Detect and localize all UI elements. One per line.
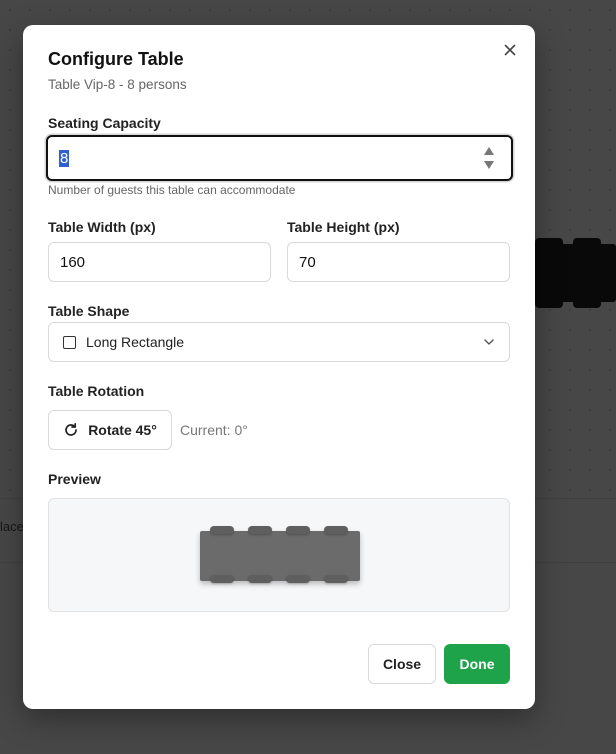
preview-chair — [286, 575, 310, 583]
chevron-down-icon — [484, 339, 494, 345]
table-width-value: 160 — [60, 253, 86, 271]
table-height-value: 70 — [299, 253, 316, 271]
table-width-input[interactable]: 160 — [48, 242, 271, 282]
preview-table — [200, 531, 360, 581]
table-preview — [48, 498, 510, 612]
seating-capacity-helper: Number of guests this table can accommod… — [48, 183, 296, 197]
table-shape-value: Long Rectangle — [86, 334, 185, 350]
seating-capacity-input[interactable]: 8 — [46, 135, 513, 181]
spin-down-icon[interactable] — [484, 161, 494, 169]
dialog-subtitle: Table Vip-8 - 8 persons — [48, 77, 187, 92]
rotate-45-button-label: Rotate 45° — [88, 422, 157, 438]
preview-chair — [210, 575, 234, 583]
spin-up-icon[interactable] — [484, 147, 494, 155]
rotate-45-button[interactable]: Rotate 45° — [48, 410, 172, 450]
preview-chair — [248, 526, 272, 534]
preview-chair — [248, 575, 272, 583]
preview-chair — [324, 575, 348, 583]
number-spinner[interactable] — [483, 147, 495, 169]
seating-capacity-value: 8 — [59, 149, 70, 167]
table-height-input[interactable]: 70 — [287, 242, 510, 282]
seating-capacity-label: Seating Capacity — [48, 115, 161, 131]
table-height-label: Table Height (px) — [287, 219, 400, 235]
close-button[interactable]: Close — [368, 644, 436, 684]
current-rotation: Current: 0° — [180, 422, 248, 438]
table-shape-select[interactable]: Long Rectangle — [48, 322, 510, 362]
square-icon — [63, 335, 76, 349]
preview-label: Preview — [48, 471, 101, 487]
dialog-title: Configure Table — [48, 49, 184, 69]
preview-chair — [210, 526, 234, 534]
rotate-icon — [63, 422, 79, 438]
close-icon[interactable] — [501, 41, 519, 59]
configure-table-dialog: Configure Table Table Vip-8 - 8 persons … — [23, 25, 535, 709]
done-button[interactable]: Done — [444, 644, 510, 684]
preview-chair — [286, 526, 310, 534]
table-width-label: Table Width (px) — [48, 219, 156, 235]
preview-chair — [324, 526, 348, 534]
table-rotation-label: Table Rotation — [48, 383, 145, 399]
table-shape-label: Table Shape — [48, 303, 130, 319]
